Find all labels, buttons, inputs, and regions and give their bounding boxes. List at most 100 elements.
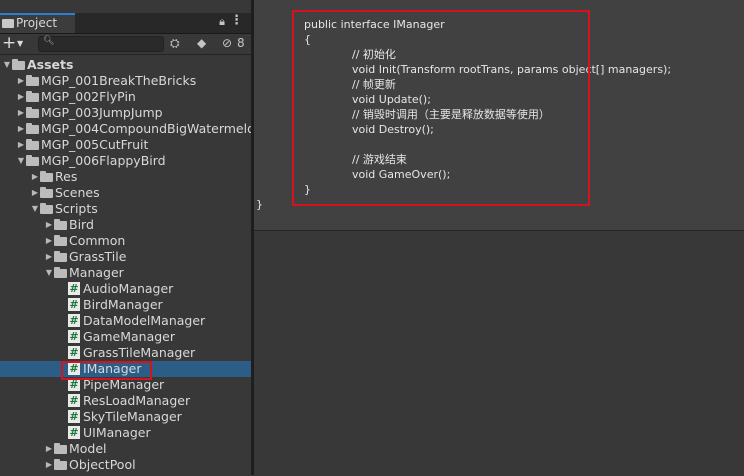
expanded-arrow-icon[interactable]: ▼: [2, 57, 12, 73]
expanded-arrow-icon[interactable]: ▼: [16, 153, 26, 169]
folder-icon: [54, 251, 67, 262]
project-panel: Project 🔒︎ ⋮ + ▼ 🔍︎ ⛭ ◆ ⊘ 8 ▼ Assets ▶ MGP_…: [0, 0, 263, 475]
folder-icon: [54, 267, 67, 278]
tree-item[interactable]: ▼ MGP_006FlappyBird: [0, 153, 251, 169]
folder-icon: [54, 443, 67, 454]
folder-icon: [54, 219, 67, 230]
tree-item[interactable]: ▶ Res: [0, 169, 251, 185]
chevron-down-icon[interactable]: ▼: [17, 39, 23, 48]
folder-icon: [26, 75, 39, 86]
tree-item-label: SkyTileManager: [83, 409, 182, 424]
tree-item-label: Assets: [27, 57, 74, 72]
collapsed-arrow-icon[interactable]: ▶: [16, 121, 26, 137]
tree-item[interactable]: ▶ MGP_004CompoundBigWatermelon: [0, 121, 263, 137]
tree-item-label: MGP_006FlappyBird: [41, 153, 166, 168]
tree-item-label: Scripts: [55, 201, 98, 216]
tree-item-label: Res: [55, 169, 78, 184]
tree-item[interactable]: ▶ ObjectPool: [0, 457, 251, 473]
folder-icon: [26, 123, 39, 134]
csharp-script-icon: #: [68, 410, 80, 423]
hidden-count: 8: [237, 36, 245, 50]
empty-lower-panel: [254, 230, 744, 476]
tree-item[interactable]: ▶ MGP_001BreakTheBricks: [0, 73, 251, 89]
tree-item[interactable]: # DataModelManager: [0, 313, 251, 329]
folder-icon: [26, 107, 39, 118]
csharp-script-icon: #: [68, 346, 80, 359]
filter-by-type-icon[interactable]: ⛭: [170, 36, 180, 51]
tree-item[interactable]: ▶ Common: [0, 233, 251, 249]
tree-item[interactable]: ▼ Scripts: [0, 201, 251, 217]
more-options-icon[interactable]: ⋮: [230, 13, 243, 28]
selection-highlight-box: [61, 361, 152, 380]
collapsed-arrow-icon[interactable]: ▶: [16, 137, 26, 153]
asset-tree: ▼ Assets ▶ MGP_001BreakTheBricks ▶ MGP_002Fly…: [0, 57, 263, 473]
folder-icon: [2, 19, 14, 28]
collapsed-arrow-icon[interactable]: ▶: [30, 169, 40, 185]
folder-icon: [26, 155, 39, 166]
collapsed-arrow-icon[interactable]: ▶: [44, 441, 54, 457]
csharp-script-icon: #: [68, 394, 80, 407]
tree-item[interactable]: ▶ MGP_005CutFruit: [0, 137, 251, 153]
tree-item[interactable]: # AudioManager: [0, 281, 251, 297]
expanded-arrow-icon[interactable]: ▼: [30, 201, 40, 217]
collapsed-arrow-icon[interactable]: ▶: [30, 185, 40, 201]
filter-by-label-icon[interactable]: ◆: [197, 36, 206, 50]
tree-item-label: Scenes: [55, 185, 100, 200]
code-highlight-box: [292, 10, 590, 206]
tree-item-label: UIManager: [83, 425, 151, 440]
collapsed-arrow-icon[interactable]: ▶: [44, 457, 54, 473]
tree-item-label: Model: [69, 441, 107, 456]
tree-item[interactable]: # ResLoadManager: [0, 393, 251, 409]
tree-item-label: AudioManager: [83, 281, 174, 296]
expanded-arrow-icon[interactable]: ▼: [44, 265, 54, 281]
tree-item[interactable]: # UIManager: [0, 425, 251, 441]
tree-item-label: MGP_003JumpJump: [41, 105, 163, 120]
tree-item[interactable]: # BirdManager: [0, 297, 251, 313]
tree-item-label: MGP_004CompoundBigWatermelon: [41, 121, 263, 136]
code-outer-closing-brace: }: [256, 198, 263, 211]
tree-item-label: MGP_005CutFruit: [41, 137, 149, 152]
tree-item[interactable]: # GrassTileManager: [0, 345, 251, 361]
collapsed-arrow-icon[interactable]: ▶: [44, 249, 54, 265]
collapsed-arrow-icon[interactable]: ▶: [16, 73, 26, 89]
csharp-script-icon: #: [68, 282, 80, 295]
tree-item[interactable]: ▼ Assets: [0, 57, 251, 73]
project-tab[interactable]: Project: [0, 13, 75, 33]
tree-item[interactable]: ▶ Bird: [0, 217, 251, 233]
tree-item[interactable]: ▶ MGP_003JumpJump: [0, 105, 251, 121]
csharp-script-icon: #: [68, 314, 80, 327]
tree-item[interactable]: ▶ Model: [0, 441, 251, 457]
folder-icon: [40, 187, 53, 198]
tree-item[interactable]: # GameManager: [0, 329, 251, 345]
project-tab-label: Project: [16, 16, 58, 30]
hidden-packages-icon[interactable]: ⊘: [222, 36, 232, 50]
folder-icon: [26, 139, 39, 150]
project-tab-bar: Project: [0, 13, 251, 34]
collapsed-arrow-icon[interactable]: ▶: [44, 217, 54, 233]
tree-item[interactable]: ▶ MGP_002FlyPin: [0, 89, 251, 105]
tree-item-label: ResLoadManager: [83, 393, 191, 408]
tree-item[interactable]: ▶ Scenes: [0, 185, 251, 201]
tree-item-label: Common: [69, 233, 126, 248]
tree-item[interactable]: ▶ GrassTile: [0, 249, 251, 265]
tree-item-label: GrassTileManager: [83, 345, 196, 360]
tree-item-label: ObjectPool: [69, 457, 136, 472]
search-icon: 🔍︎: [43, 36, 55, 46]
collapsed-arrow-icon[interactable]: ▶: [16, 89, 26, 105]
create-plus-icon[interactable]: +: [2, 33, 16, 53]
lock-icon[interactable]: 🔒︎: [219, 15, 225, 29]
search-input[interactable]: 🔍︎: [38, 36, 164, 52]
folder-icon: [40, 203, 53, 214]
csharp-script-icon: #: [68, 330, 80, 343]
folder-icon: [12, 59, 25, 70]
tree-item-label: GrassTile: [69, 249, 127, 264]
folder-icon: [26, 91, 39, 102]
tree-item-label: MGP_001BreakTheBricks: [41, 73, 197, 88]
folder-icon: [40, 171, 53, 182]
collapsed-arrow-icon[interactable]: ▶: [16, 105, 26, 121]
tree-item[interactable]: # SkyTileManager: [0, 409, 251, 425]
tree-item[interactable]: ▼ Manager: [0, 265, 251, 281]
collapsed-arrow-icon[interactable]: ▶: [44, 233, 54, 249]
tree-item-label: MGP_002FlyPin: [41, 89, 136, 104]
folder-icon: [54, 459, 67, 470]
